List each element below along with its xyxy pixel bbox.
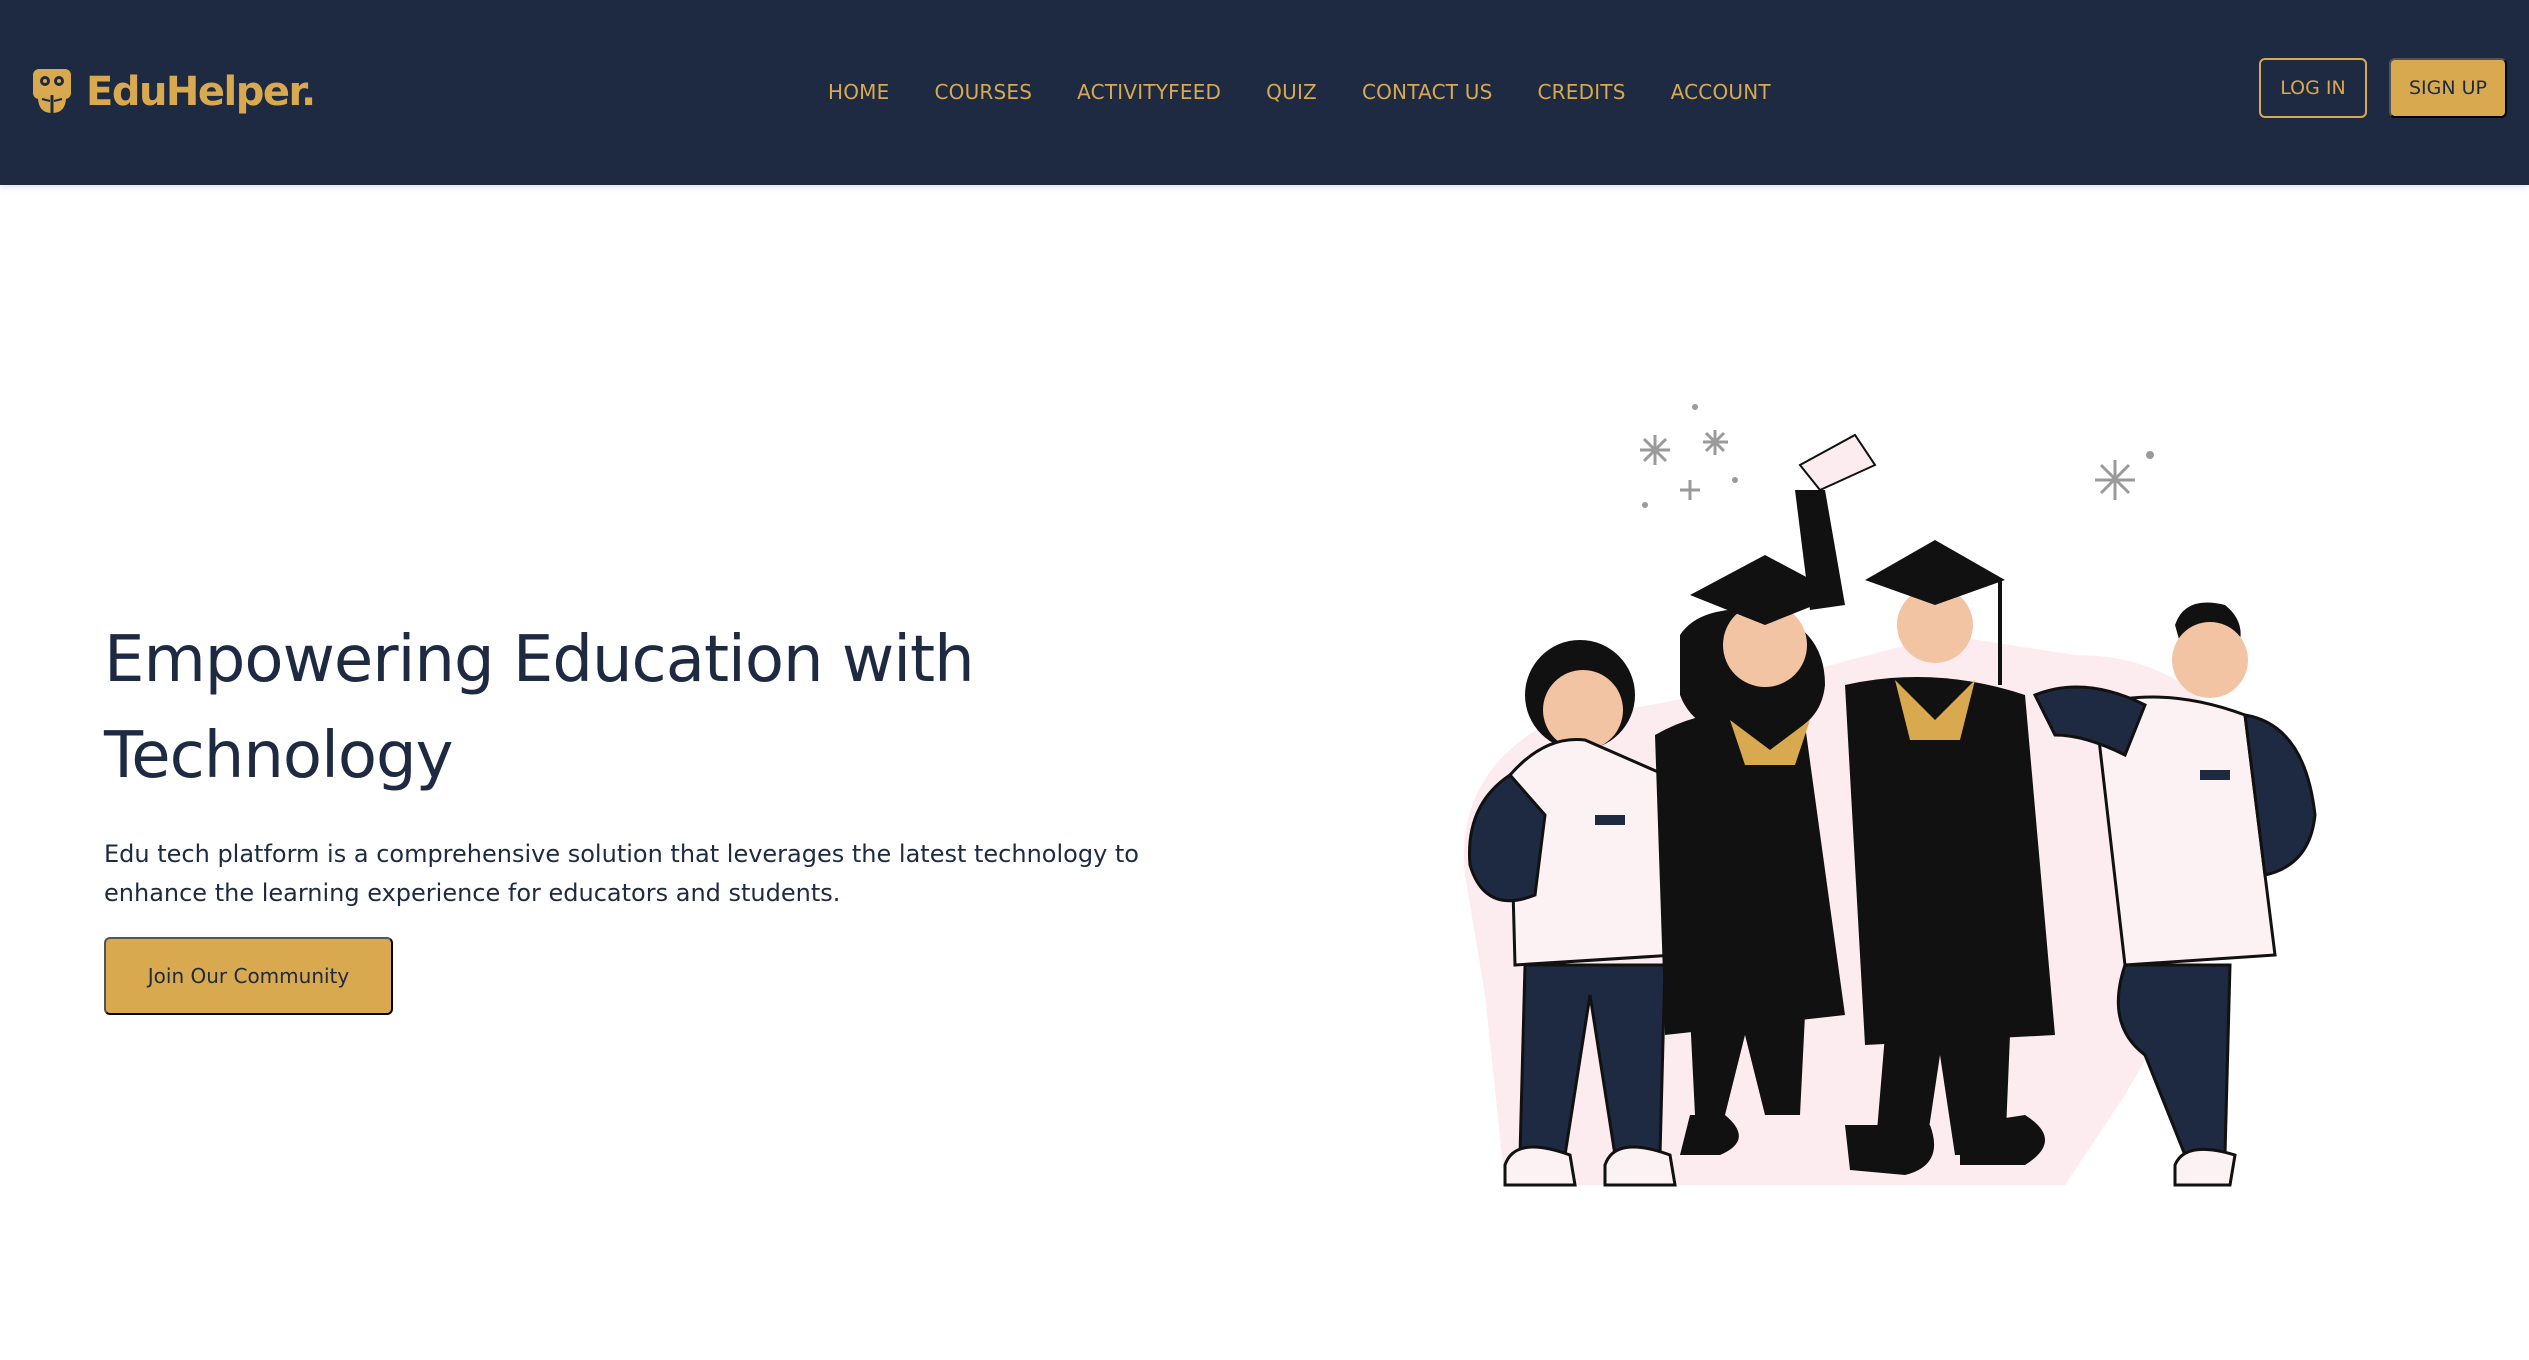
main-nav: HOME COURSES ACTIVITYFEED QUIZ CONTACT U… — [828, 74, 1771, 110]
login-button[interactable]: LOG IN — [2259, 58, 2367, 118]
nav-credits-link[interactable]: CREDITS — [1538, 80, 1626, 104]
nav-contact-link[interactable]: CONTACT US — [1362, 80, 1493, 104]
hero-description: Edu tech platform is a comprehensive sol… — [104, 840, 1139, 907]
join-community-button[interactable]: Join Our Community — [104, 937, 393, 1015]
nav-activityfeed-link[interactable]: ACTIVITYFEED — [1077, 80, 1221, 104]
signup-button[interactable]: SIGN UP — [2389, 58, 2507, 118]
top-navbar: EduHelper. HOME COURSES ACTIVITYFEED QUI… — [0, 0, 2529, 185]
brand-logo[interactable]: EduHelper. — [30, 62, 316, 122]
nav-home-link[interactable]: HOME — [828, 80, 889, 104]
nav-account-link[interactable]: ACCOUNT — [1671, 80, 1771, 104]
graduating-students-illustration — [1464, 404, 2317, 1187]
hero-title: Empowering Education with Technology — [104, 623, 975, 793]
nav-quiz-link[interactable]: QUIZ — [1266, 80, 1317, 104]
brand-name: EduHelper. — [86, 69, 316, 115]
owl-book-icon — [33, 69, 71, 113]
nav-courses-link[interactable]: COURSES — [934, 80, 1032, 104]
